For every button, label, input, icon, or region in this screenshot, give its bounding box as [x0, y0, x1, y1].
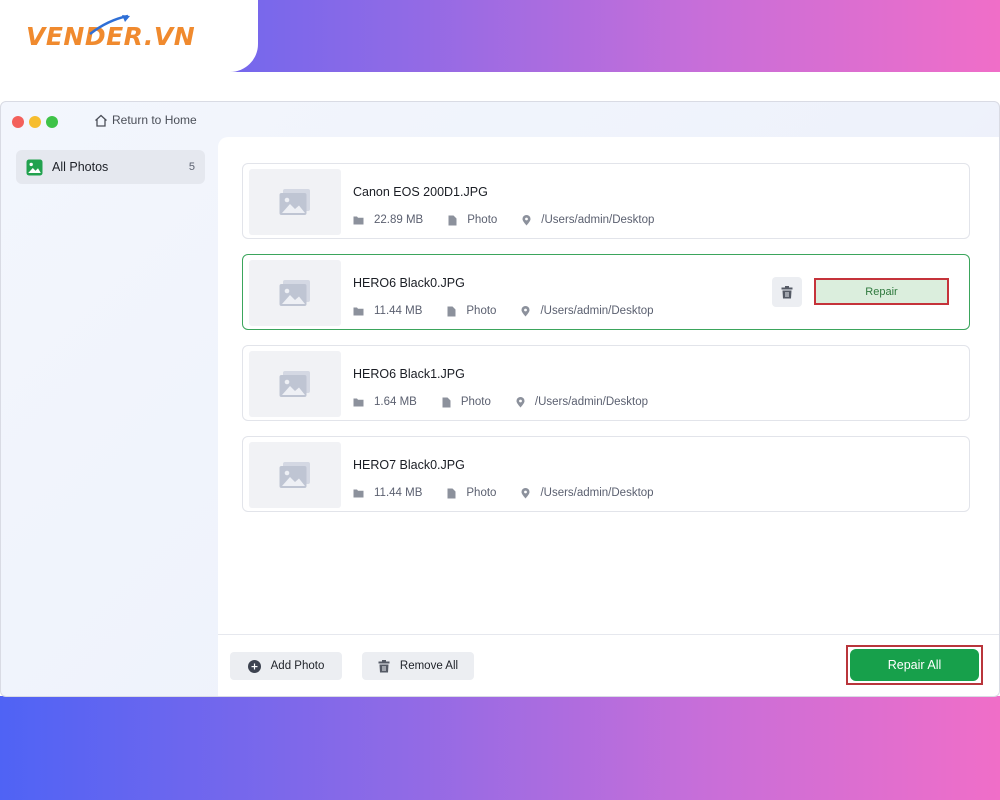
photo-icon: [26, 159, 43, 175]
close-window-button[interactable]: [12, 116, 24, 128]
document-icon: [448, 215, 457, 225]
file-card[interactable]: HERO7 Black0.JPG 11.44 MB Photo /Users/a…: [242, 436, 970, 512]
image-placeholder-icon: [279, 189, 310, 215]
location-pin-icon: [521, 487, 530, 498]
footer-divider: [218, 634, 999, 635]
folder-icon: [353, 216, 364, 225]
file-path: /Users/admin/Desktop: [540, 305, 654, 317]
image-placeholder-icon: [279, 462, 310, 488]
document-icon: [442, 397, 451, 407]
sidebar-item-label: All Photos: [52, 160, 109, 174]
image-placeholder-icon: [279, 371, 310, 397]
file-path: /Users/admin/Desktop: [534, 396, 649, 408]
trash-icon: [378, 659, 390, 672]
add-photo-button[interactable]: Add Photo: [230, 652, 342, 680]
logo-swoosh-icon: [89, 14, 130, 35]
document-icon: [447, 306, 456, 316]
file-type: Photo: [466, 487, 497, 499]
file-list-panel: Canon EOS 200D1.JPG 22.89 MB Photo /User…: [218, 137, 999, 696]
file-meta: 22.89 MB Photo /Users/admin/Desktop: [353, 214, 679, 226]
file-card-selected[interactable]: HERO6 Black0.JPG 11.44 MB Photo /Users/a…: [242, 254, 970, 330]
return-to-home-link[interactable]: Return to Home: [94, 113, 197, 127]
remove-all-button[interactable]: Remove All: [362, 652, 474, 680]
file-size: 22.89 MB: [374, 214, 424, 226]
file-thumbnail: [249, 351, 341, 417]
trash-icon: [781, 285, 793, 298]
brand-header: VENDER.VN: [0, 0, 258, 72]
file-thumbnail: [249, 260, 341, 326]
folder-icon: [353, 307, 364, 316]
file-size: 11.44 MB: [374, 305, 423, 317]
sidebar-item-all-photos[interactable]: All Photos 5: [16, 150, 205, 184]
image-placeholder-icon: [279, 280, 310, 306]
file-name: HERO6 Black1.JPG: [353, 367, 465, 381]
sidebar-item-count: 5: [188, 161, 195, 173]
file-type: Photo: [467, 214, 498, 226]
file-thumbnail: [249, 442, 341, 508]
file-type: Photo: [460, 396, 491, 408]
file-name: Canon EOS 200D1.JPG: [353, 185, 488, 199]
minimize-window-button[interactable]: [29, 116, 41, 128]
folder-icon: [353, 489, 364, 498]
add-photo-label: Add Photo: [270, 660, 325, 672]
repair-button[interactable]: Repair: [814, 278, 949, 305]
file-meta: 11.44 MB Photo /Users/admin/Desktop: [353, 305, 679, 317]
file-path: /Users/admin/Desktop: [540, 487, 654, 499]
file-card[interactable]: Canon EOS 200D1.JPG 22.89 MB Photo /User…: [242, 163, 970, 239]
plus-circle-icon: [247, 659, 261, 673]
location-pin-icon: [516, 396, 525, 407]
document-icon: [447, 488, 456, 498]
delete-file-button[interactable]: [772, 277, 802, 307]
folder-icon: [353, 398, 364, 407]
file-name: HERO7 Black0.JPG: [353, 458, 465, 472]
file-path: /Users/admin/Desktop: [541, 214, 655, 226]
file-card[interactable]: HERO6 Black1.JPG 1.64 MB Photo /Users/ad…: [242, 345, 970, 421]
zoom-window-button[interactable]: [46, 116, 58, 128]
file-size: 1.64 MB: [374, 396, 417, 408]
file-size: 11.44 MB: [374, 487, 423, 499]
remove-all-label: Remove All: [399, 660, 459, 672]
location-pin-icon: [521, 305, 530, 316]
file-name: HERO6 Black0.JPG: [353, 276, 465, 290]
file-meta: 11.44 MB Photo /Users/admin/Desktop: [353, 487, 679, 499]
file-type: Photo: [466, 305, 497, 317]
home-icon: [95, 114, 107, 127]
file-meta: 1.64 MB Photo /Users/admin/Desktop: [353, 396, 673, 408]
location-pin-icon: [522, 214, 531, 225]
file-thumbnail: [249, 169, 341, 235]
return-to-home-label: Return to Home: [112, 113, 197, 127]
repair-all-button[interactable]: Repair All: [850, 649, 979, 681]
app-window: Return to Home All Photos 5 Canon EOS 20…: [0, 101, 1000, 697]
